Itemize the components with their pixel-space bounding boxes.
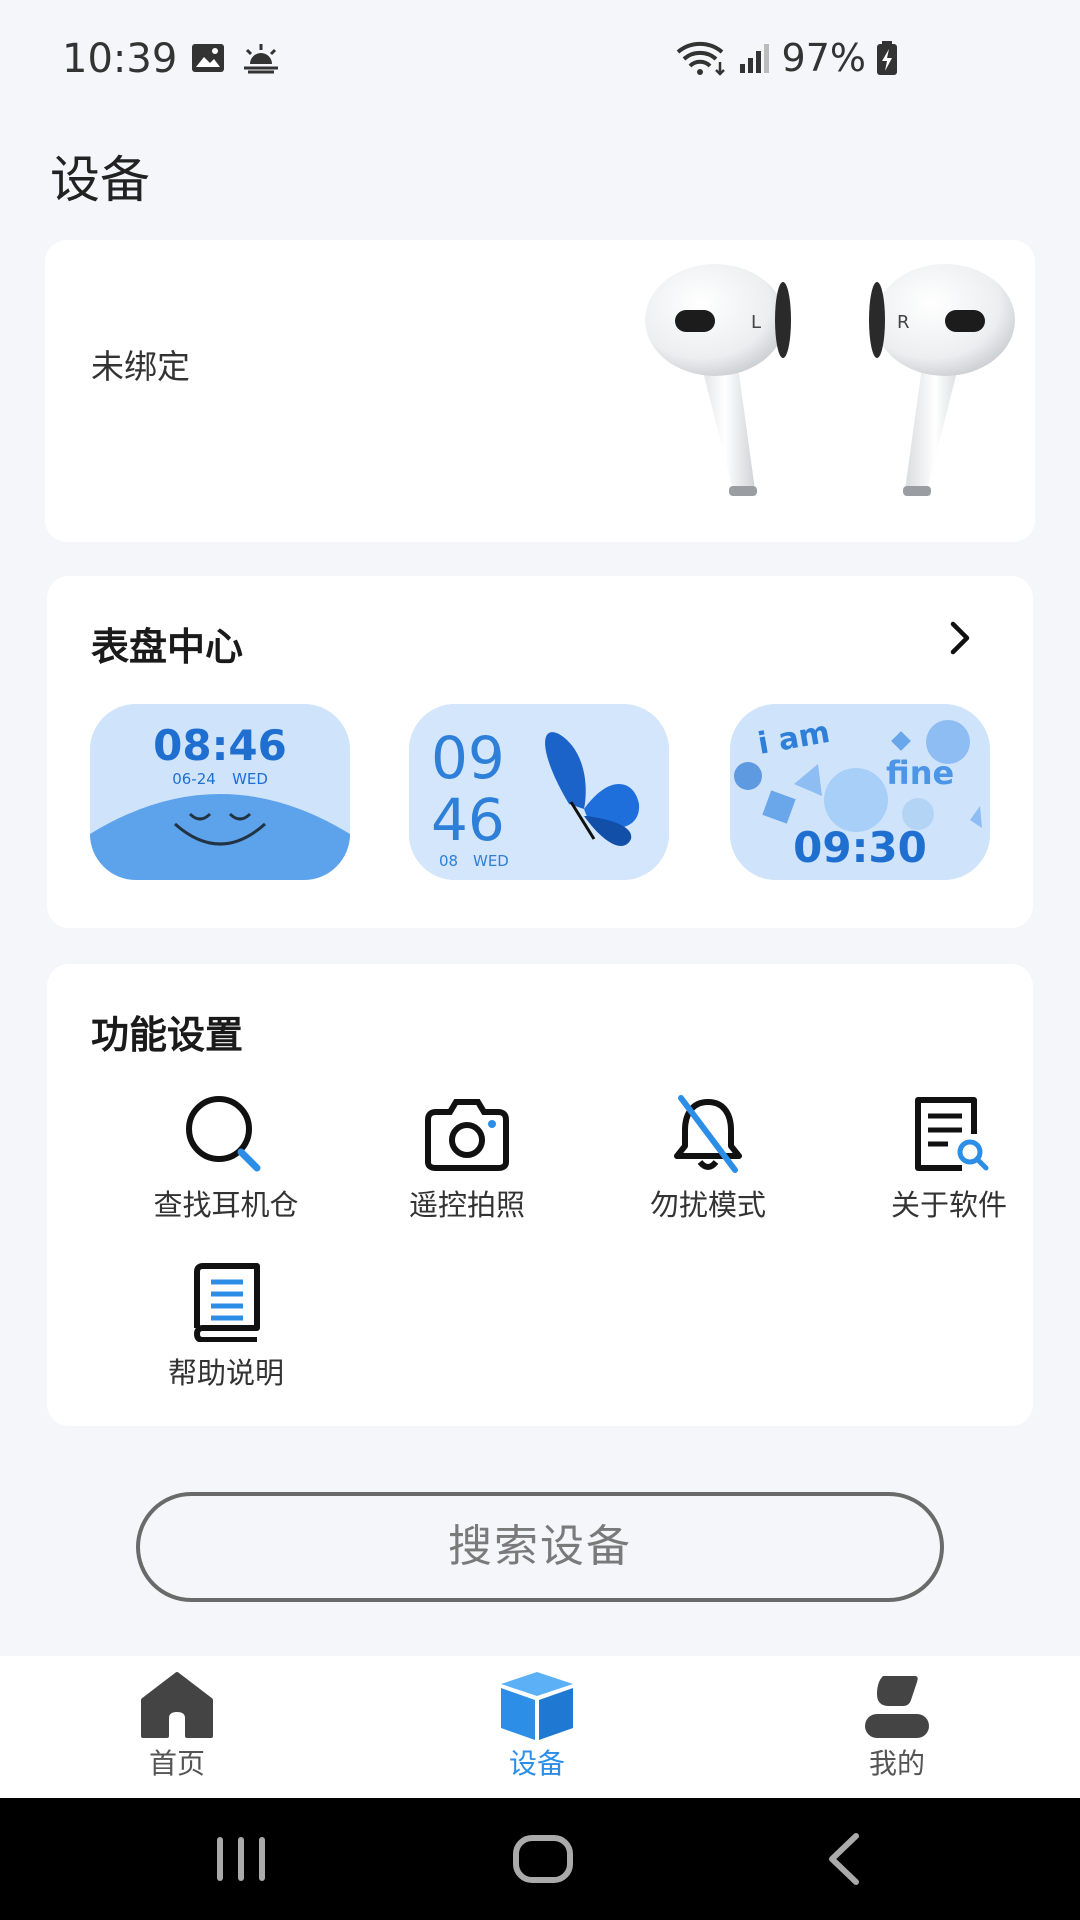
face1-weekday: WED	[232, 770, 268, 788]
function-settings-title: 功能设置	[91, 1013, 244, 1057]
device-status-label: 未绑定	[91, 347, 190, 386]
search-devices-button[interactable]: 搜索设备	[136, 1492, 944, 1602]
image-icon	[192, 44, 224, 72]
battery-percentage: 97%	[781, 36, 866, 80]
nav-item-home[interactable]: 首页	[97, 1670, 257, 1782]
home-system-icon[interactable]	[498, 1828, 588, 1890]
help-button[interactable]: 帮助说明	[126, 1262, 326, 1392]
earbuds-image: L R	[645, 264, 1015, 496]
face1-date: 06-24	[172, 770, 216, 788]
search-icon	[186, 1096, 261, 1172]
watch-face-1[interactable]: 08:46 06-24 WED	[90, 704, 350, 880]
page-title: 设备	[50, 151, 150, 209]
face3-time: 09:30	[793, 823, 927, 872]
function-settings-card: 功能设置 查找耳机仓 遥控拍照 勿扰模式 关于软件 帮助说明	[47, 964, 1033, 1426]
do-not-disturb-label: 勿扰模式	[649, 1188, 766, 1222]
system-nav-bar	[0, 1798, 1080, 1920]
face1-time: 08:46	[153, 721, 287, 770]
status-bar: 10:39 97%	[0, 0, 1080, 120]
document-search-icon	[915, 1097, 989, 1171]
face2-date: 08	[439, 852, 458, 870]
bell-off-icon	[674, 1095, 742, 1173]
nav-device-label: 设备	[508, 1747, 565, 1780]
nav-me-label: 我的	[868, 1747, 925, 1780]
camera-icon	[425, 1099, 509, 1171]
back-icon[interactable]	[800, 1828, 890, 1890]
watch-face-3[interactable]: i am fine 09:30	[730, 704, 990, 880]
help-book-icon	[194, 1263, 260, 1342]
remote-photo-button[interactable]: 遥控拍照	[367, 1094, 567, 1224]
find-case-button[interactable]: 查找耳机仓	[126, 1094, 326, 1224]
nav-item-device[interactable]: 设备	[457, 1670, 617, 1782]
face2-minute: 46	[431, 786, 505, 854]
battery-charging-icon	[877, 41, 897, 75]
nav-home-label: 首页	[148, 1747, 205, 1780]
weather-sunrise-icon	[244, 44, 278, 74]
smile-face-illustration: 08:46 06-24 WED	[90, 704, 350, 880]
face2-weekday: WED	[473, 852, 509, 870]
recent-apps-icon[interactable]	[196, 1828, 286, 1890]
nav-item-me[interactable]: 我的	[817, 1670, 977, 1782]
svg-text:L: L	[751, 312, 761, 333]
signal-icon	[739, 44, 769, 73]
about-software-button[interactable]: 关于软件	[849, 1094, 1049, 1224]
user-icon	[865, 1676, 929, 1738]
wifi-icon	[676, 41, 725, 76]
face3-text-mid: fine	[886, 754, 954, 792]
face2-hour: 09	[431, 724, 505, 792]
butterfly-face-illustration: 09 46 08 WED	[409, 704, 669, 880]
remote-photo-label: 遥控拍照	[408, 1188, 525, 1222]
chevron-right-icon[interactable]	[943, 618, 977, 658]
watch-face-center-title: 表盘中心	[91, 625, 244, 669]
home-icon	[141, 1672, 213, 1738]
watch-face-center-card: 表盘中心 08:46 06-24 WED 09 46 08 WED i am f…	[47, 576, 1033, 928]
device-card[interactable]: 未绑定 L R	[45, 240, 1035, 542]
bottom-nav: 首页 设备 我的	[0, 1656, 1080, 1798]
find-case-label: 查找耳机仓	[153, 1188, 299, 1222]
cube-icon	[501, 1672, 573, 1740]
svg-text:R: R	[897, 312, 910, 333]
help-label: 帮助说明	[167, 1356, 284, 1390]
i-am-fine-face-illustration: i am fine 09:30	[730, 704, 990, 880]
about-software-label: 关于软件	[890, 1188, 1007, 1222]
watch-face-2[interactable]: 09 46 08 WED	[409, 704, 669, 880]
do-not-disturb-button[interactable]: 勿扰模式	[608, 1094, 808, 1224]
status-time: 10:39	[62, 36, 178, 82]
